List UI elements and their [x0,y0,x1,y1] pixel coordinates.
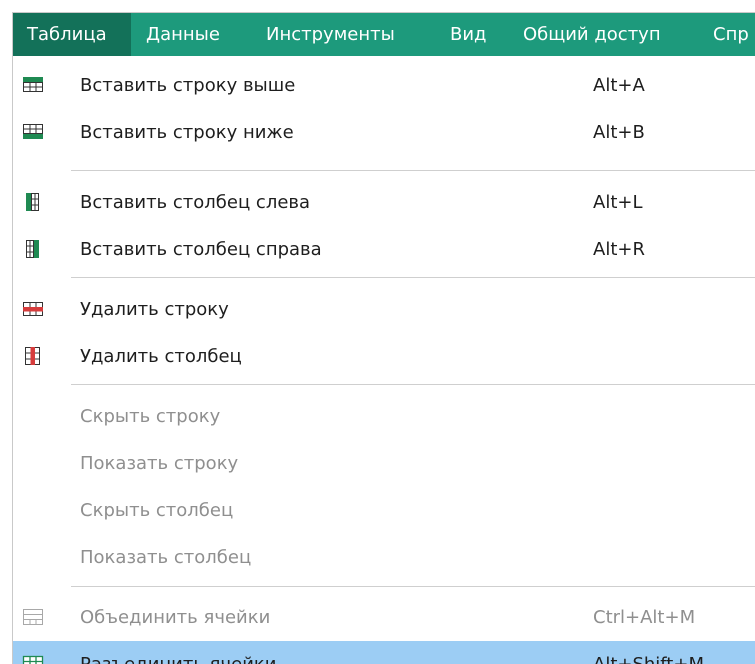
tab-tools[interactable]: Инструменты [266,13,395,56]
tab-table[interactable]: Таблица [13,13,131,56]
menu-item-shortcut: Alt+Shift+M [593,641,704,664]
insert-row-above-icon [23,77,43,92]
menu-separator [71,277,755,278]
tab-data[interactable]: Данные [146,13,220,56]
tab-view[interactable]: Вид [450,13,487,56]
menu-item-shortcut: Alt+R [593,239,645,260]
menu-item-label: Показать столбец [80,547,252,568]
menu-item-label: Вставить столбец справа [80,239,322,260]
menu-item-label: Показать строку [80,453,239,474]
menu-separator [71,586,755,587]
table-menu-dropdown: Вставить строку выше Alt+A Вставить стро… [13,56,755,664]
menu-item-label: Скрыть столбец [80,500,234,521]
app-window: Таблица Данные Инструменты Вид Общий дос… [12,12,755,664]
menu-item-split-cells[interactable]: Разъединить ячейки Alt+Shift+M [13,641,755,664]
menu-separator [71,170,755,171]
menu-item-label: Удалить столбец [80,346,242,367]
menu-item-shortcut: Ctrl+Alt+M [593,607,696,628]
menu-item-show-row: Показать строку [13,440,755,487]
tab-help[interactable]: Спр [713,13,749,56]
menu-item-label: Вставить строку выше [80,75,296,96]
insert-column-right-icon [26,240,39,258]
menu-item-label: Удалить строку [80,299,229,320]
menu-item-shortcut: Alt+B [593,122,645,143]
menu-item-label: Скрыть строку [80,406,221,427]
menu-item-shortcut: Alt+A [593,75,645,96]
menu-item-shortcut: Alt+L [593,192,643,213]
menu-item-hide-row: Скрыть строку [13,393,755,440]
menu-item-label: Вставить столбец слева [80,192,311,213]
menu-item-label: Объединить ячейки [80,607,271,628]
menu-item-insert-row-below[interactable]: Вставить строку ниже Alt+B [13,109,755,156]
tab-sharing[interactable]: Общий доступ [523,13,661,56]
menu-separator [71,384,755,385]
delete-column-icon [25,347,40,365]
menu-item-delete-column[interactable]: Удалить столбец [13,333,755,380]
delete-row-icon [23,302,43,316]
menu-item-show-column: Показать столбец [13,534,755,581]
menu-item-delete-row[interactable]: Удалить строку [13,286,755,333]
menu-item-insert-column-right[interactable]: Вставить столбец справа Alt+R [13,226,755,273]
menu-item-insert-row-above[interactable]: Вставить строку выше Alt+A [13,62,755,109]
menu-bar: Таблица Данные Инструменты Вид Общий дос… [13,13,755,56]
insert-column-left-icon [26,193,39,211]
menu-item-hide-column: Скрыть столбец [13,487,755,534]
menu-item-label: Разъединить ячейки [80,641,276,664]
merge-cells-icon [23,609,43,625]
insert-row-below-icon [23,124,43,139]
menu-item-merge-cells: Объединить ячейки Ctrl+Alt+M [13,594,755,641]
split-cells-icon [22,655,44,664]
menu-item-insert-column-left[interactable]: Вставить столбец слева Alt+L [13,179,755,226]
menu-item-label: Вставить строку ниже [80,122,294,143]
